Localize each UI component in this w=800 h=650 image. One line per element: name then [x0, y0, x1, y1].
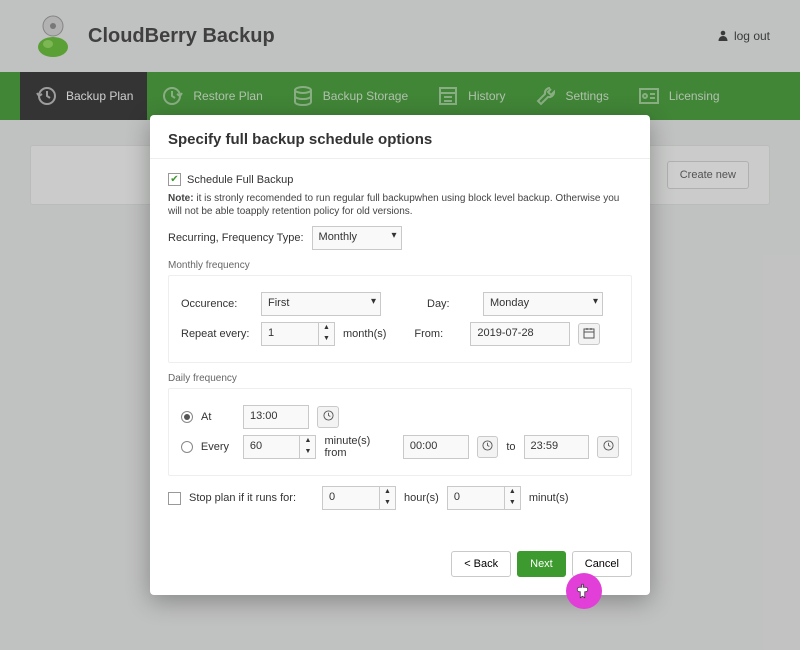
monthly-frequency-section: Occurence: First Day: Monday Repeat ever…	[168, 275, 632, 363]
every-label: Every	[201, 441, 235, 453]
day-select[interactable]: Monday	[483, 292, 603, 316]
stop-minutes-input[interactable]: 0 ▲▼	[447, 486, 521, 510]
every-to-input[interactable]: 23:59	[524, 435, 590, 459]
calendar-button[interactable]	[578, 323, 600, 345]
from-date-input[interactable]: 2019-07-28	[470, 322, 570, 346]
modal-title: Specify full backup schedule options	[168, 131, 632, 148]
at-label: At	[201, 411, 235, 423]
at-radio[interactable]	[181, 411, 193, 423]
every-to-label: to	[506, 441, 515, 453]
every-to-clock-button[interactable]	[597, 436, 619, 458]
spinner-up-icon[interactable]: ▲	[300, 436, 315, 447]
occurence-select[interactable]: First	[261, 292, 381, 316]
spinner-up-icon[interactable]: ▲	[319, 323, 334, 334]
cancel-button[interactable]: Cancel	[572, 551, 632, 577]
clock-icon	[603, 440, 614, 454]
at-clock-button[interactable]	[317, 406, 339, 428]
back-button[interactable]: < Back	[451, 551, 511, 577]
every-radio[interactable]	[181, 441, 193, 453]
at-time-input[interactable]: 13:00	[243, 405, 309, 429]
repeat-every-input[interactable]: 1 ▲▼	[261, 322, 335, 346]
every-from-clock-button[interactable]	[477, 436, 499, 458]
spinner-down-icon[interactable]: ▼	[300, 447, 315, 458]
schedule-note: Note: it is stronly recomended to run re…	[168, 192, 632, 218]
clock-icon	[482, 440, 493, 454]
spinner-down-icon[interactable]: ▼	[319, 334, 334, 345]
monthly-section-label: Monthly frequency	[168, 260, 632, 271]
every-value-input[interactable]: 60 ▲▼	[243, 435, 317, 459]
every-unit: minute(s) from	[324, 435, 394, 459]
daily-section-label: Daily frequency	[168, 373, 632, 384]
modal-header: Specify full backup schedule options	[150, 115, 650, 159]
stop-plan-label: Stop plan if it runs for:	[189, 492, 296, 504]
schedule-modal: Specify full backup schedule options ✔ S…	[150, 115, 650, 595]
calendar-icon	[583, 327, 595, 342]
occurence-label: Occurence:	[181, 298, 253, 310]
daily-frequency-section: At 13:00 Every 60 ▲▼ minute(s) from 00:0…	[168, 388, 632, 476]
stop-hours-unit: hour(s)	[404, 492, 439, 504]
clock-icon	[323, 410, 334, 424]
repeat-every-label: Repeat every:	[181, 328, 253, 340]
spinner-up-icon[interactable]: ▲	[505, 487, 520, 498]
repeat-unit: month(s)	[343, 328, 386, 340]
spinner-down-icon[interactable]: ▼	[380, 498, 395, 509]
from-label: From:	[414, 328, 462, 340]
stop-plan-checkbox[interactable]: ✔	[168, 492, 181, 505]
frequency-type-select[interactable]: Monthly	[312, 226, 402, 250]
day-label: Day:	[427, 298, 475, 310]
modal-body: ✔ Schedule Full Backup Note: it is stron…	[150, 159, 650, 539]
every-from-input[interactable]: 00:00	[403, 435, 469, 459]
spinner-up-icon[interactable]: ▲	[380, 487, 395, 498]
next-button[interactable]: Next	[517, 551, 566, 577]
schedule-full-backup-label: Schedule Full Backup	[187, 174, 293, 186]
spinner-down-icon[interactable]: ▼	[505, 498, 520, 509]
stop-minutes-unit: minut(s)	[529, 492, 569, 504]
schedule-full-backup-checkbox[interactable]: ✔	[168, 173, 181, 186]
stop-hours-input[interactable]: 0 ▲▼	[322, 486, 396, 510]
frequency-type-label: Recurring, Frequency Type:	[168, 232, 304, 244]
modal-footer: < Back Next Cancel	[150, 539, 650, 595]
